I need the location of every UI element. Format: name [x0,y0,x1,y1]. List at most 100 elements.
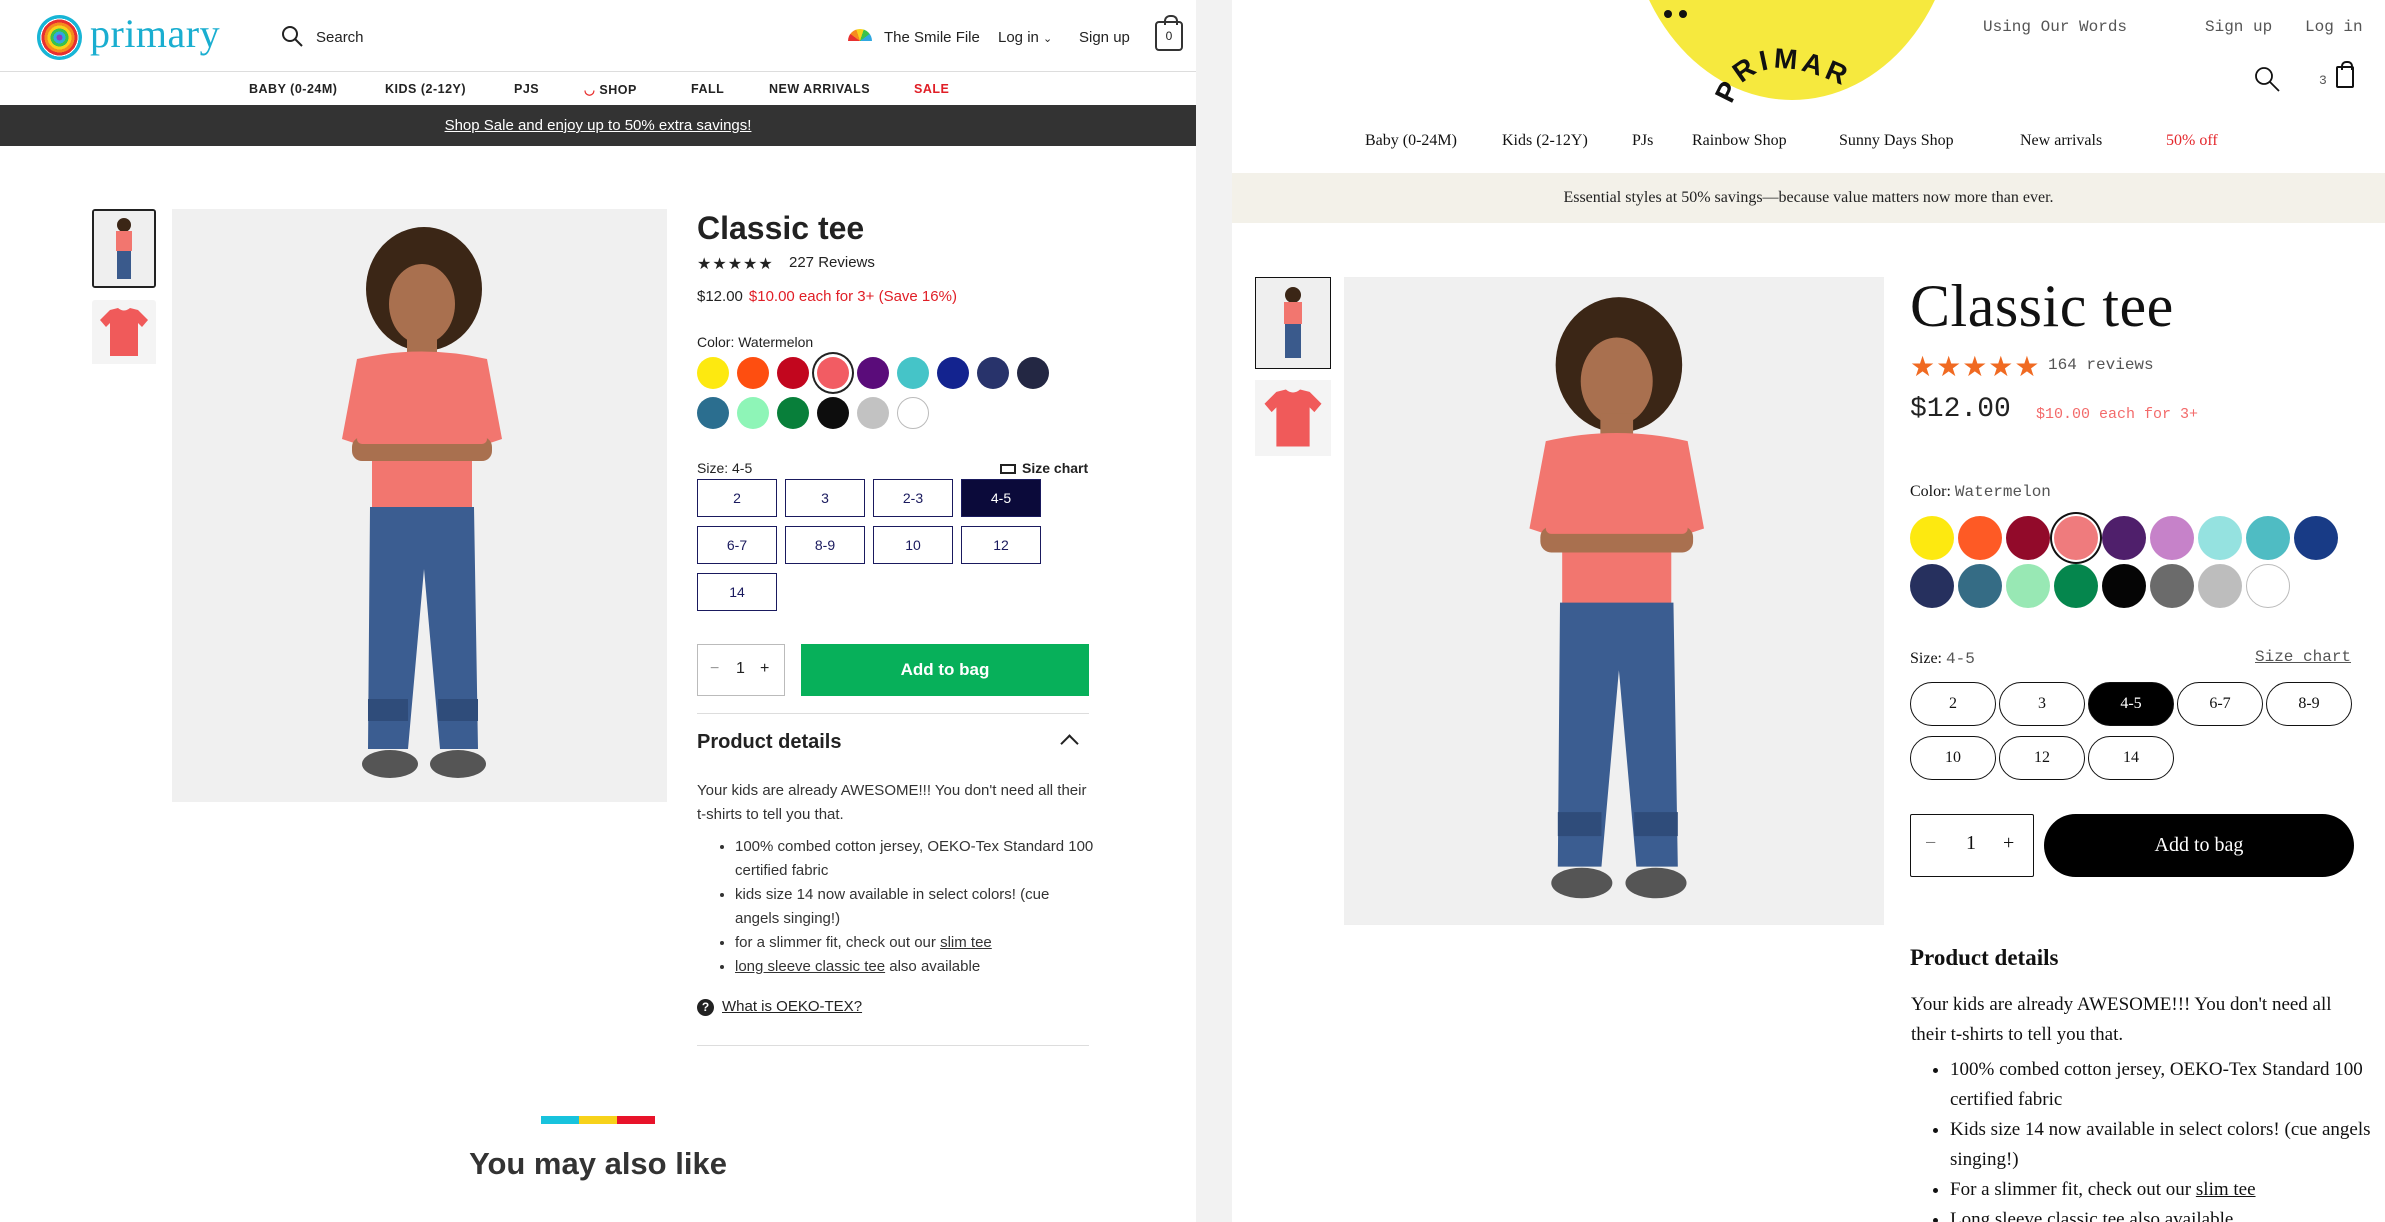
size-option[interactable]: 12 [1999,736,2085,780]
quantity-value[interactable]: 1 [1966,832,1976,855]
size-option[interactable]: 6-7 [2177,682,2263,726]
size-option[interactable]: 3 [785,479,865,517]
color-swatch[interactable] [777,357,809,389]
size-option[interactable]: 14 [2088,736,2174,780]
color-swatch[interactable] [2006,516,2050,560]
bag-icon[interactable]: 0 [1155,15,1183,51]
size-option[interactable]: 4-5 [2088,682,2174,726]
color-swatch[interactable] [777,397,809,429]
size-option[interactable]: 12 [961,526,1041,564]
quantity-value[interactable]: 1 [736,660,745,678]
minus-icon[interactable]: − [710,660,719,678]
product-details-heading[interactable]: Product details [1910,945,2058,971]
logo-icon[interactable] [37,15,82,60]
plus-icon[interactable]: + [760,660,769,678]
color-swatch[interactable] [737,397,769,429]
color-swatch[interactable] [857,357,889,389]
size-option[interactable]: 3 [1999,682,2085,726]
brand-logo[interactable]: PRIMARY [1712,30,1882,110]
quantity-stepper[interactable]: − 1 + [697,644,785,696]
nav-new-arrivals[interactable]: New arrivals [2020,132,2102,150]
size-option[interactable]: 10 [873,526,953,564]
oeko-tex-link[interactable]: ? What is OEKO-TEX? [697,998,862,1016]
color-swatch[interactable] [2102,564,2146,608]
color-swatch[interactable] [897,357,929,389]
size-option[interactable]: 2 [697,479,777,517]
product-details-heading[interactable]: Product details [697,731,841,754]
bag-icon[interactable] [2336,61,2354,88]
size-option[interactable]: 8-9 [2266,682,2352,726]
add-to-bag-button[interactable]: Add to bag [2044,814,2354,877]
nav-sunny-days[interactable]: Sunny Days Shop [1839,132,1954,150]
chevron-up-icon[interactable] [1060,734,1079,753]
size-option[interactable]: 4-5 [961,479,1041,517]
nav-kids[interactable]: Kids (2-12Y) [1502,132,1588,150]
size-option[interactable]: 2-3 [873,479,953,517]
nav-pjs[interactable]: PJS [514,82,539,96]
thumbnail-model[interactable] [92,209,156,288]
size-chart-link[interactable]: Size chart [2255,648,2351,666]
login-link[interactable]: Log in ⌄ [998,29,1052,46]
color-swatch[interactable] [737,357,769,389]
color-swatch[interactable] [2294,516,2338,560]
size-option[interactable]: 10 [1910,736,1996,780]
slim-tee-link[interactable]: slim tee [940,934,992,951]
signup-link[interactable]: Sign up [1079,29,1130,46]
color-swatch[interactable] [857,397,889,429]
smile-file-link[interactable]: The Smile File [884,29,980,46]
nav-new-arrivals[interactable]: NEW ARRIVALS [769,82,870,96]
size-option[interactable]: 6-7 [697,526,777,564]
color-swatch[interactable] [2198,564,2242,608]
long-sleeve-link[interactable]: long sleeve classic tee [735,958,885,975]
nav-baby[interactable]: BABY (0-24M) [249,82,337,96]
reviews-link[interactable]: 164 reviews [2048,356,2154,374]
size-chart-link[interactable]: Size chart [1000,460,1088,476]
nav-kids[interactable]: KIDS (2-12Y) [385,82,466,96]
minus-icon[interactable]: − [1925,832,1936,855]
color-swatch[interactable] [1910,564,1954,608]
nav-50-off[interactable]: 50% off [2166,132,2218,150]
promo-link[interactable]: Shop Sale and enjoy up to 50% extra savi… [445,117,752,134]
size-option[interactable]: 8-9 [785,526,865,564]
color-swatch[interactable] [2246,564,2290,608]
nav-baby[interactable]: Baby (0-24M) [1365,132,1457,150]
plus-icon[interactable]: + [2003,832,2014,855]
color-swatch[interactable] [697,357,729,389]
color-swatch[interactable] [977,357,1009,389]
search-icon[interactable] [280,24,304,48]
star-rating-icon[interactable]: ★★★★★ [1910,350,2041,384]
color-swatch[interactable] [1910,516,1954,560]
search-icon[interactable] [2254,66,2280,92]
logo[interactable]: primary [90,10,220,57]
color-swatch[interactable] [697,397,729,429]
color-swatch[interactable] [817,397,849,429]
color-swatch[interactable] [1017,357,1049,389]
size-option[interactable]: 14 [697,573,777,611]
color-swatch[interactable] [1958,516,2002,560]
color-swatch[interactable] [2006,564,2050,608]
nav-shop[interactable]: ◡ SHOP [584,82,637,97]
reviews-link[interactable]: 227 Reviews [789,254,875,271]
color-swatch[interactable] [2054,516,2098,560]
color-swatch[interactable] [2102,516,2146,560]
thumbnail-flat[interactable] [92,300,156,379]
color-swatch[interactable] [817,357,849,389]
nav-pjs[interactable]: PJs [1632,132,1653,150]
color-swatch[interactable] [897,397,929,429]
color-swatch[interactable] [2150,516,2194,560]
color-swatch[interactable] [937,357,969,389]
color-swatch[interactable] [2246,516,2290,560]
slim-tee-link[interactable]: slim tee [2196,1179,2256,1200]
signup-link[interactable]: Sign up [2205,18,2272,36]
thumbnail-model[interactable] [1255,277,1331,369]
using-our-words-link[interactable]: Using Our Words [1983,18,2127,36]
nav-rainbow-shop[interactable]: Rainbow Shop [1692,132,1787,150]
color-swatch[interactable] [1958,564,2002,608]
star-rating-icon[interactable]: ★★★★★ [697,254,774,274]
bag-count[interactable]: 3 [2319,73,2327,88]
color-swatch[interactable] [2198,516,2242,560]
color-swatch[interactable] [2150,564,2194,608]
color-swatch[interactable] [2054,564,2098,608]
nav-sale[interactable]: SALE [914,82,949,96]
nav-fall[interactable]: FALL [691,82,724,96]
